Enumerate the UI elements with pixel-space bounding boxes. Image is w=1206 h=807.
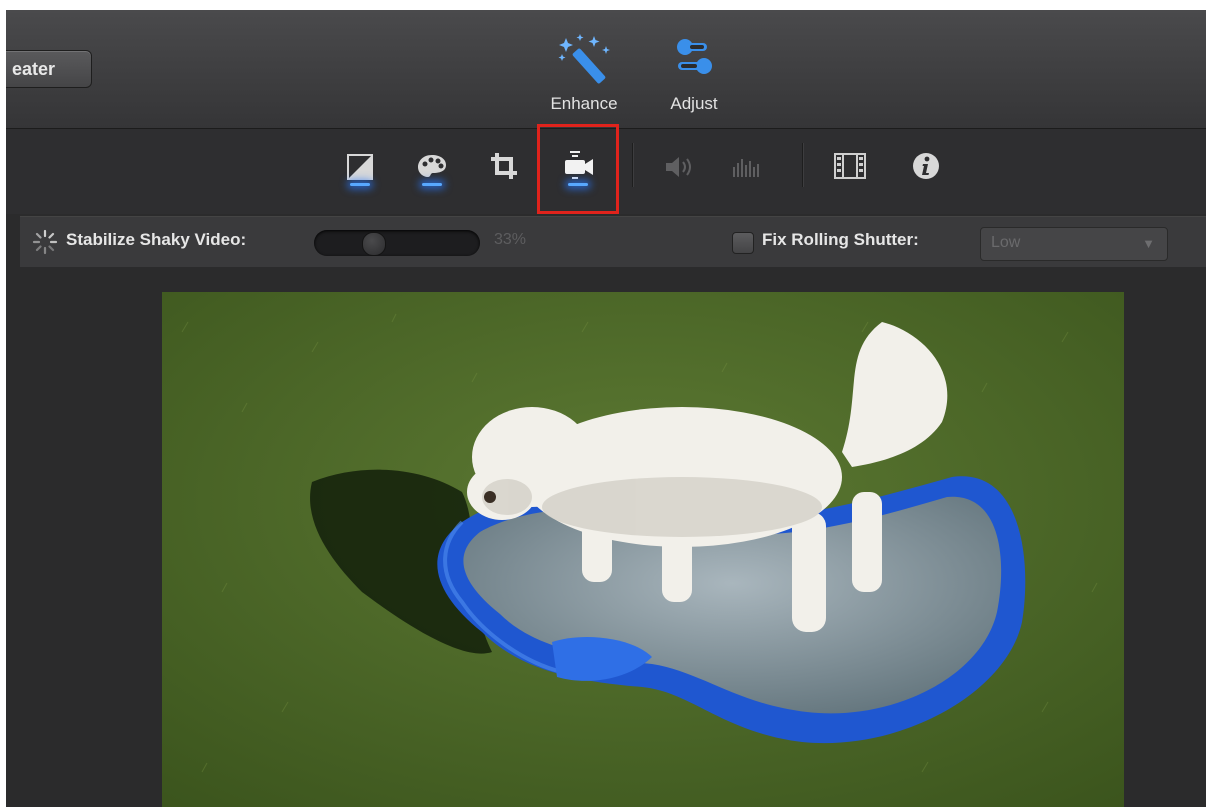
color-correction-button[interactable] [410,139,454,199]
spinner-icon [32,229,58,255]
magic-wand-icon [558,34,610,84]
slider-thumb[interactable] [361,232,386,256]
crop-icon [491,153,517,179]
chevron-down-icon: ▼ [1142,236,1155,251]
color-balance-icon [347,154,373,180]
active-indicator [422,183,442,186]
sliders-icon [677,39,712,74]
volume-button[interactable] [658,139,702,199]
speed-button[interactable] [828,139,872,199]
imovie-window: eater Enhance Adjust Stabilize Shaky Vid… [6,10,1206,807]
palette-icon [418,155,446,177]
theater-button[interactable]: eater [6,50,92,88]
color-balance-button[interactable] [338,139,382,199]
crop-button[interactable] [482,139,526,199]
divider [632,143,633,187]
viewer [6,268,1206,807]
adjust-button[interactable]: Adjust [654,32,734,114]
active-indicator [350,183,370,186]
stabilize-label: Stabilize Shaky Video: [66,230,247,249]
fix-rolling-shutter-label: Fix Rolling Shutter: [762,230,919,249]
theater-label: eater [11,58,55,79]
enhance-button[interactable]: Enhance [534,32,634,114]
rolling-shutter-select[interactable]: Low ▼ [980,227,1168,261]
info-icon [913,153,939,179]
stabilization-button[interactable] [556,139,600,199]
active-indicator [568,183,588,186]
video-frame[interactable] [162,292,1124,807]
volume-icon [666,157,691,177]
divider [802,143,803,187]
adjust-label: Adjust [670,94,718,113]
top-toolbar: eater Enhance Adjust [6,10,1206,129]
stabilize-slider[interactable] [314,230,480,256]
equalizer-icon [733,159,759,177]
stabilization-controls: Stabilize Shaky Video: 33% Fix Rolling S… [20,216,1206,267]
rolling-shutter-value: Low [991,234,1021,251]
info-button[interactable] [904,139,948,199]
stabilize-percent: 33% [494,231,527,248]
enhance-label: Enhance [550,94,618,113]
noise-reduction-button[interactable] [724,139,768,199]
dog-in-paddling-pool-image [162,292,1124,807]
film-strip-icon [834,153,866,179]
fix-rolling-shutter-checkbox[interactable] [732,232,754,254]
video-camera-icon [565,151,593,179]
adjustment-bar [6,124,1206,214]
